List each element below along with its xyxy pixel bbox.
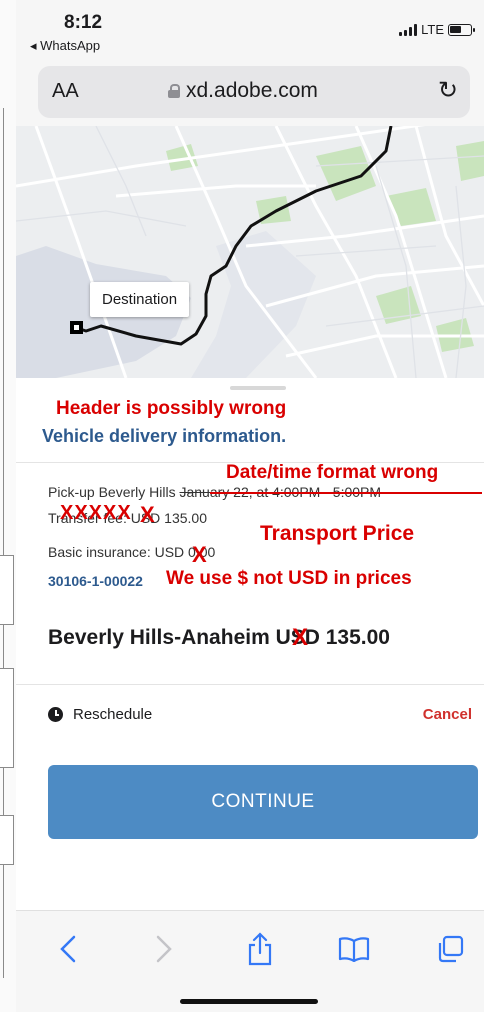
background-page-edge	[0, 0, 16, 1012]
destination-label: Destination	[90, 282, 190, 317]
cancel-button[interactable]: Cancel	[423, 706, 472, 723]
annotation-x-mark: X	[292, 624, 309, 651]
text-size-button[interactable]: AA	[52, 80, 79, 103]
tabs-icon[interactable]	[430, 929, 470, 969]
edge-box	[0, 668, 14, 768]
forward-icon[interactable]	[144, 929, 184, 969]
divider	[16, 684, 484, 685]
lock-icon	[168, 84, 180, 98]
address-bar[interactable]: AA xd.adobe.com ↻	[38, 66, 470, 118]
back-to-app-link[interactable]: ◂ WhatsApp	[30, 38, 100, 54]
continue-button[interactable]: CONTINUE	[48, 765, 478, 839]
annotation-transport-price: Transport Price	[260, 522, 415, 545]
status-time: 8:12	[64, 12, 103, 33]
annotation-strike-line	[210, 492, 482, 494]
home-indicator	[180, 999, 318, 1004]
sheet-grabber[interactable]	[230, 386, 286, 390]
browser-toolbar	[16, 910, 484, 1012]
edge-box	[0, 555, 14, 625]
route-map[interactable]: Destination	[16, 126, 484, 378]
annotation-x-mark: X	[192, 542, 207, 567]
share-icon[interactable]	[240, 929, 280, 969]
network-label: LTE	[421, 22, 444, 37]
signal-icon	[399, 23, 418, 36]
annotation-date-format: Date/time format wrong	[226, 462, 439, 483]
destination-marker-icon	[70, 321, 83, 334]
url-display[interactable]: xd.adobe.com	[168, 79, 318, 103]
annotation-header: Header is possibly wrong	[56, 398, 287, 419]
delivery-info-sheet: Header is possibly wrong Vehicle deliver…	[16, 378, 484, 898]
sheet-title: Vehicle delivery information.	[42, 426, 287, 446]
reschedule-button[interactable]: Reschedule	[48, 706, 152, 723]
route-price: Beverly Hills-Anaheim USD 135.00	[48, 626, 390, 649]
clock-icon	[48, 707, 63, 722]
status-bar: 8:12 ◂ WhatsApp LTE	[16, 0, 484, 56]
phone-screen: 8:12 ◂ WhatsApp LTE AA xd.adobe.com ↻ De…	[16, 0, 484, 1012]
map-graphic	[16, 126, 484, 378]
battery-icon	[448, 23, 475, 36]
back-icon[interactable]	[48, 929, 88, 969]
bookmarks-icon[interactable]	[334, 929, 374, 969]
reference-number[interactable]: 30106-1-00022	[48, 573, 143, 589]
status-indicators: LTE	[399, 22, 475, 37]
annotation-x-mark: X	[140, 502, 155, 527]
edge-box	[0, 815, 14, 865]
url-text: xd.adobe.com	[186, 79, 318, 102]
reload-icon[interactable]: ↻	[438, 76, 458, 105]
basic-insurance: Basic insurance: USD 0.00	[48, 544, 216, 560]
pickup-location: Pick-up Beverly Hills	[48, 484, 180, 500]
annotation-usd-note: We use $ not USD in prices	[166, 568, 412, 589]
reschedule-label: Reschedule	[73, 706, 153, 723]
browser-address-area: AA xd.adobe.com ↻	[16, 56, 484, 126]
annotation-crossed-out: XXXXX	[60, 502, 132, 524]
